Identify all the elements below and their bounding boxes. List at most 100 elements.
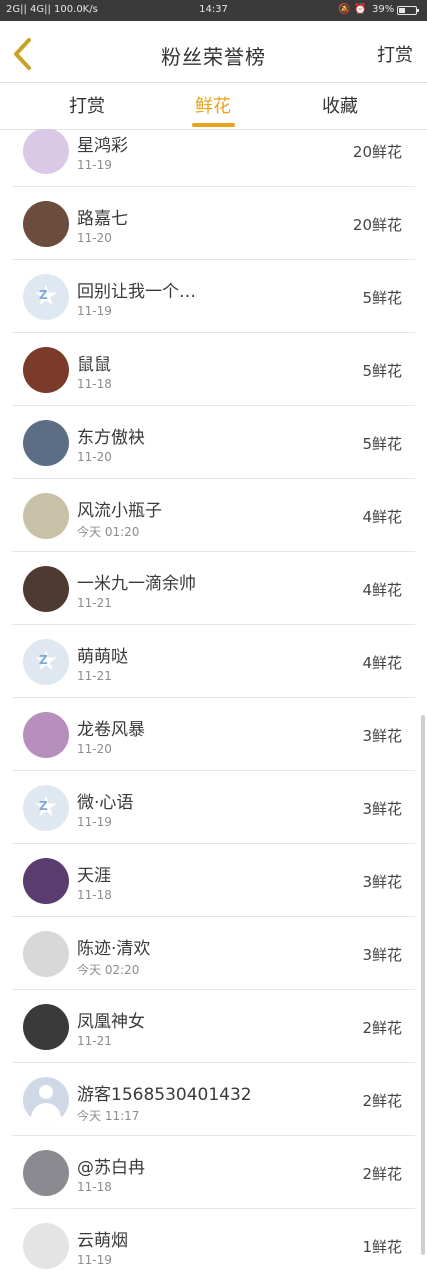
fan-name: 路嘉七 bbox=[77, 209, 128, 229]
avatar[interactable]: ★ Z bbox=[23, 274, 69, 320]
avatar[interactable] bbox=[23, 1077, 69, 1123]
gift-date: 今天 01:20 bbox=[77, 525, 140, 539]
list-item[interactable]: 凤凰神女 11-21 2鲜花 bbox=[0, 990, 427, 1063]
avatar[interactable] bbox=[23, 347, 69, 393]
avatar[interactable]: ★ Z bbox=[23, 785, 69, 831]
gift-date: 11-18 bbox=[77, 1180, 112, 1194]
list-item[interactable]: 一米九一滴余帅 11-21 4鲜花 bbox=[0, 552, 427, 625]
fan-name: 游客1568530401432 bbox=[77, 1085, 252, 1105]
flower-amount: 5鲜花 bbox=[362, 362, 402, 380]
list-item[interactable]: @苏白冉 11-18 2鲜花 bbox=[0, 1136, 427, 1209]
flower-amount: 20鲜花 bbox=[352, 216, 402, 234]
list-item[interactable]: 路嘉七 11-20 20鲜花 bbox=[0, 187, 427, 260]
avatar[interactable] bbox=[23, 566, 69, 612]
flower-amount: 3鲜花 bbox=[362, 873, 402, 891]
flower-amount: 2鲜花 bbox=[362, 1019, 402, 1037]
list-item[interactable]: ★ Z 萌萌哒 11-21 4鲜花 bbox=[0, 625, 427, 698]
fan-name: 鼠鼠 bbox=[77, 355, 111, 375]
fan-name: 云萌烟 bbox=[77, 1231, 128, 1251]
gift-date: 11-19 bbox=[77, 1253, 112, 1267]
fan-name: 萌萌哒 bbox=[77, 647, 128, 667]
list-item[interactable]: 东方傲袂 11-20 5鲜花 bbox=[0, 406, 427, 479]
gift-date: 11-18 bbox=[77, 377, 112, 391]
qq-logo-icon: Z bbox=[39, 799, 48, 813]
flower-amount: 20鲜花 bbox=[352, 143, 402, 161]
fan-name: 龙卷风暴 bbox=[77, 720, 145, 740]
fan-name: 凤凰神女 bbox=[77, 1012, 145, 1032]
list-item[interactable]: ★ Z 微·心语 11-19 3鲜花 bbox=[0, 771, 427, 844]
gift-date: 11-19 bbox=[77, 158, 112, 172]
fan-name: @苏白冉 bbox=[77, 1158, 145, 1178]
gift-date: 今天 11:17 bbox=[77, 1109, 140, 1123]
list-item[interactable]: 天涯 11-18 3鲜花 bbox=[0, 844, 427, 917]
flower-amount: 3鲜花 bbox=[362, 946, 402, 964]
fan-name: 风流小瓶子 bbox=[77, 501, 162, 521]
list-item[interactable]: 游客1568530401432 今天 11:17 2鲜花 bbox=[0, 1063, 427, 1136]
person-icon bbox=[39, 1085, 53, 1099]
fan-list[interactable]: 星鸿彩 11-19 20鲜花 路嘉七 11-20 20鲜花 ★ Z 回别让我一个… 11-19 5鲜… bbox=[0, 129, 427, 1280]
flower-amount: 2鲜花 bbox=[362, 1092, 402, 1110]
flower-amount: 5鲜花 bbox=[362, 435, 402, 453]
battery-percent: 39% bbox=[372, 4, 395, 15]
list-item[interactable]: ★ Z 回别让我一个… 11-19 5鲜花 bbox=[0, 260, 427, 333]
tab-reward[interactable]: 打赏 bbox=[37, 92, 137, 118]
gift-date: 11-19 bbox=[77, 304, 112, 318]
list-item[interactable]: 鼠鼠 11-18 5鲜花 bbox=[0, 333, 427, 406]
fan-name: 陈迹·清欢 bbox=[77, 939, 151, 959]
alarm-icon: ⏰ bbox=[354, 4, 367, 15]
flower-amount: 4鲜花 bbox=[362, 508, 402, 526]
active-tab-indicator bbox=[192, 123, 235, 127]
page-title: 粉丝荣誉榜 bbox=[161, 45, 266, 69]
avatar[interactable] bbox=[23, 1004, 69, 1050]
avatar[interactable] bbox=[23, 1223, 69, 1269]
gift-date: 今天 02:20 bbox=[77, 963, 140, 977]
avatar[interactable] bbox=[23, 712, 69, 758]
gift-date: 11-19 bbox=[77, 815, 112, 829]
gift-date: 11-20 bbox=[77, 450, 112, 464]
tab-bar: 打赏 鲜花 收藏 bbox=[0, 82, 427, 130]
fan-name: 一米九一滴余帅 bbox=[77, 574, 196, 594]
avatar[interactable] bbox=[23, 201, 69, 247]
fan-name: 微·心语 bbox=[77, 793, 134, 813]
fan-name: 东方傲袂 bbox=[77, 428, 145, 448]
gift-date: 11-20 bbox=[77, 231, 112, 245]
flower-amount: 5鲜花 bbox=[362, 289, 402, 307]
reward-button[interactable]: 打赏 bbox=[377, 41, 413, 67]
tab-flowers[interactable]: 鲜花 bbox=[163, 92, 263, 118]
gift-date: 11-21 bbox=[77, 669, 112, 683]
list-item[interactable]: 龙卷风暴 11-20 3鲜花 bbox=[0, 698, 427, 771]
avatar[interactable]: ★ Z bbox=[23, 639, 69, 685]
flower-amount: 3鲜花 bbox=[362, 800, 402, 818]
fan-name: 回别让我一个… bbox=[77, 282, 196, 302]
list-item[interactable]: 陈迹·清欢今天 02:20 3鲜花 bbox=[0, 917, 427, 990]
person-body bbox=[31, 1103, 61, 1123]
list-item[interactable]: 星鸿彩 11-19 20鲜花 bbox=[0, 129, 427, 187]
status-bar: 2G|| 4G|| 100.0K/s 14:37 🔕 ⏰ 39% bbox=[0, 0, 427, 21]
list-item[interactable]: 云萌烟 11-19 1鲜花 bbox=[0, 1209, 427, 1280]
fan-name: 星鸿彩 bbox=[77, 136, 128, 156]
qq-logo-icon: Z bbox=[39, 288, 48, 302]
avatar[interactable] bbox=[23, 129, 69, 174]
battery-icon bbox=[397, 6, 419, 15]
gift-date: 11-20 bbox=[77, 742, 112, 756]
fan-name: 天涯 bbox=[77, 866, 111, 886]
qq-logo-icon: Z bbox=[39, 653, 48, 667]
flower-amount: 4鲜花 bbox=[362, 654, 402, 672]
avatar[interactable] bbox=[23, 931, 69, 977]
gift-date: 11-18 bbox=[77, 888, 112, 902]
flower-amount: 2鲜花 bbox=[362, 1165, 402, 1183]
tab-favorites[interactable]: 收藏 bbox=[290, 92, 390, 118]
header: 粉丝荣誉榜 打赏 bbox=[0, 21, 427, 81]
list-item[interactable]: 风流小瓶子今天 01:20 4鲜花 bbox=[0, 479, 427, 552]
flower-amount: 4鲜花 bbox=[362, 581, 402, 599]
gift-date: 11-21 bbox=[77, 1034, 112, 1048]
avatar[interactable] bbox=[23, 1150, 69, 1196]
flower-amount: 1鲜花 bbox=[362, 1238, 402, 1256]
avatar[interactable] bbox=[23, 858, 69, 904]
flower-amount: 3鲜花 bbox=[362, 727, 402, 745]
avatar[interactable] bbox=[23, 493, 69, 539]
gift-date: 11-21 bbox=[77, 596, 112, 610]
bell-icon: 🔕 bbox=[338, 4, 351, 15]
avatar[interactable] bbox=[23, 420, 69, 466]
scrollbar[interactable] bbox=[421, 715, 425, 1255]
